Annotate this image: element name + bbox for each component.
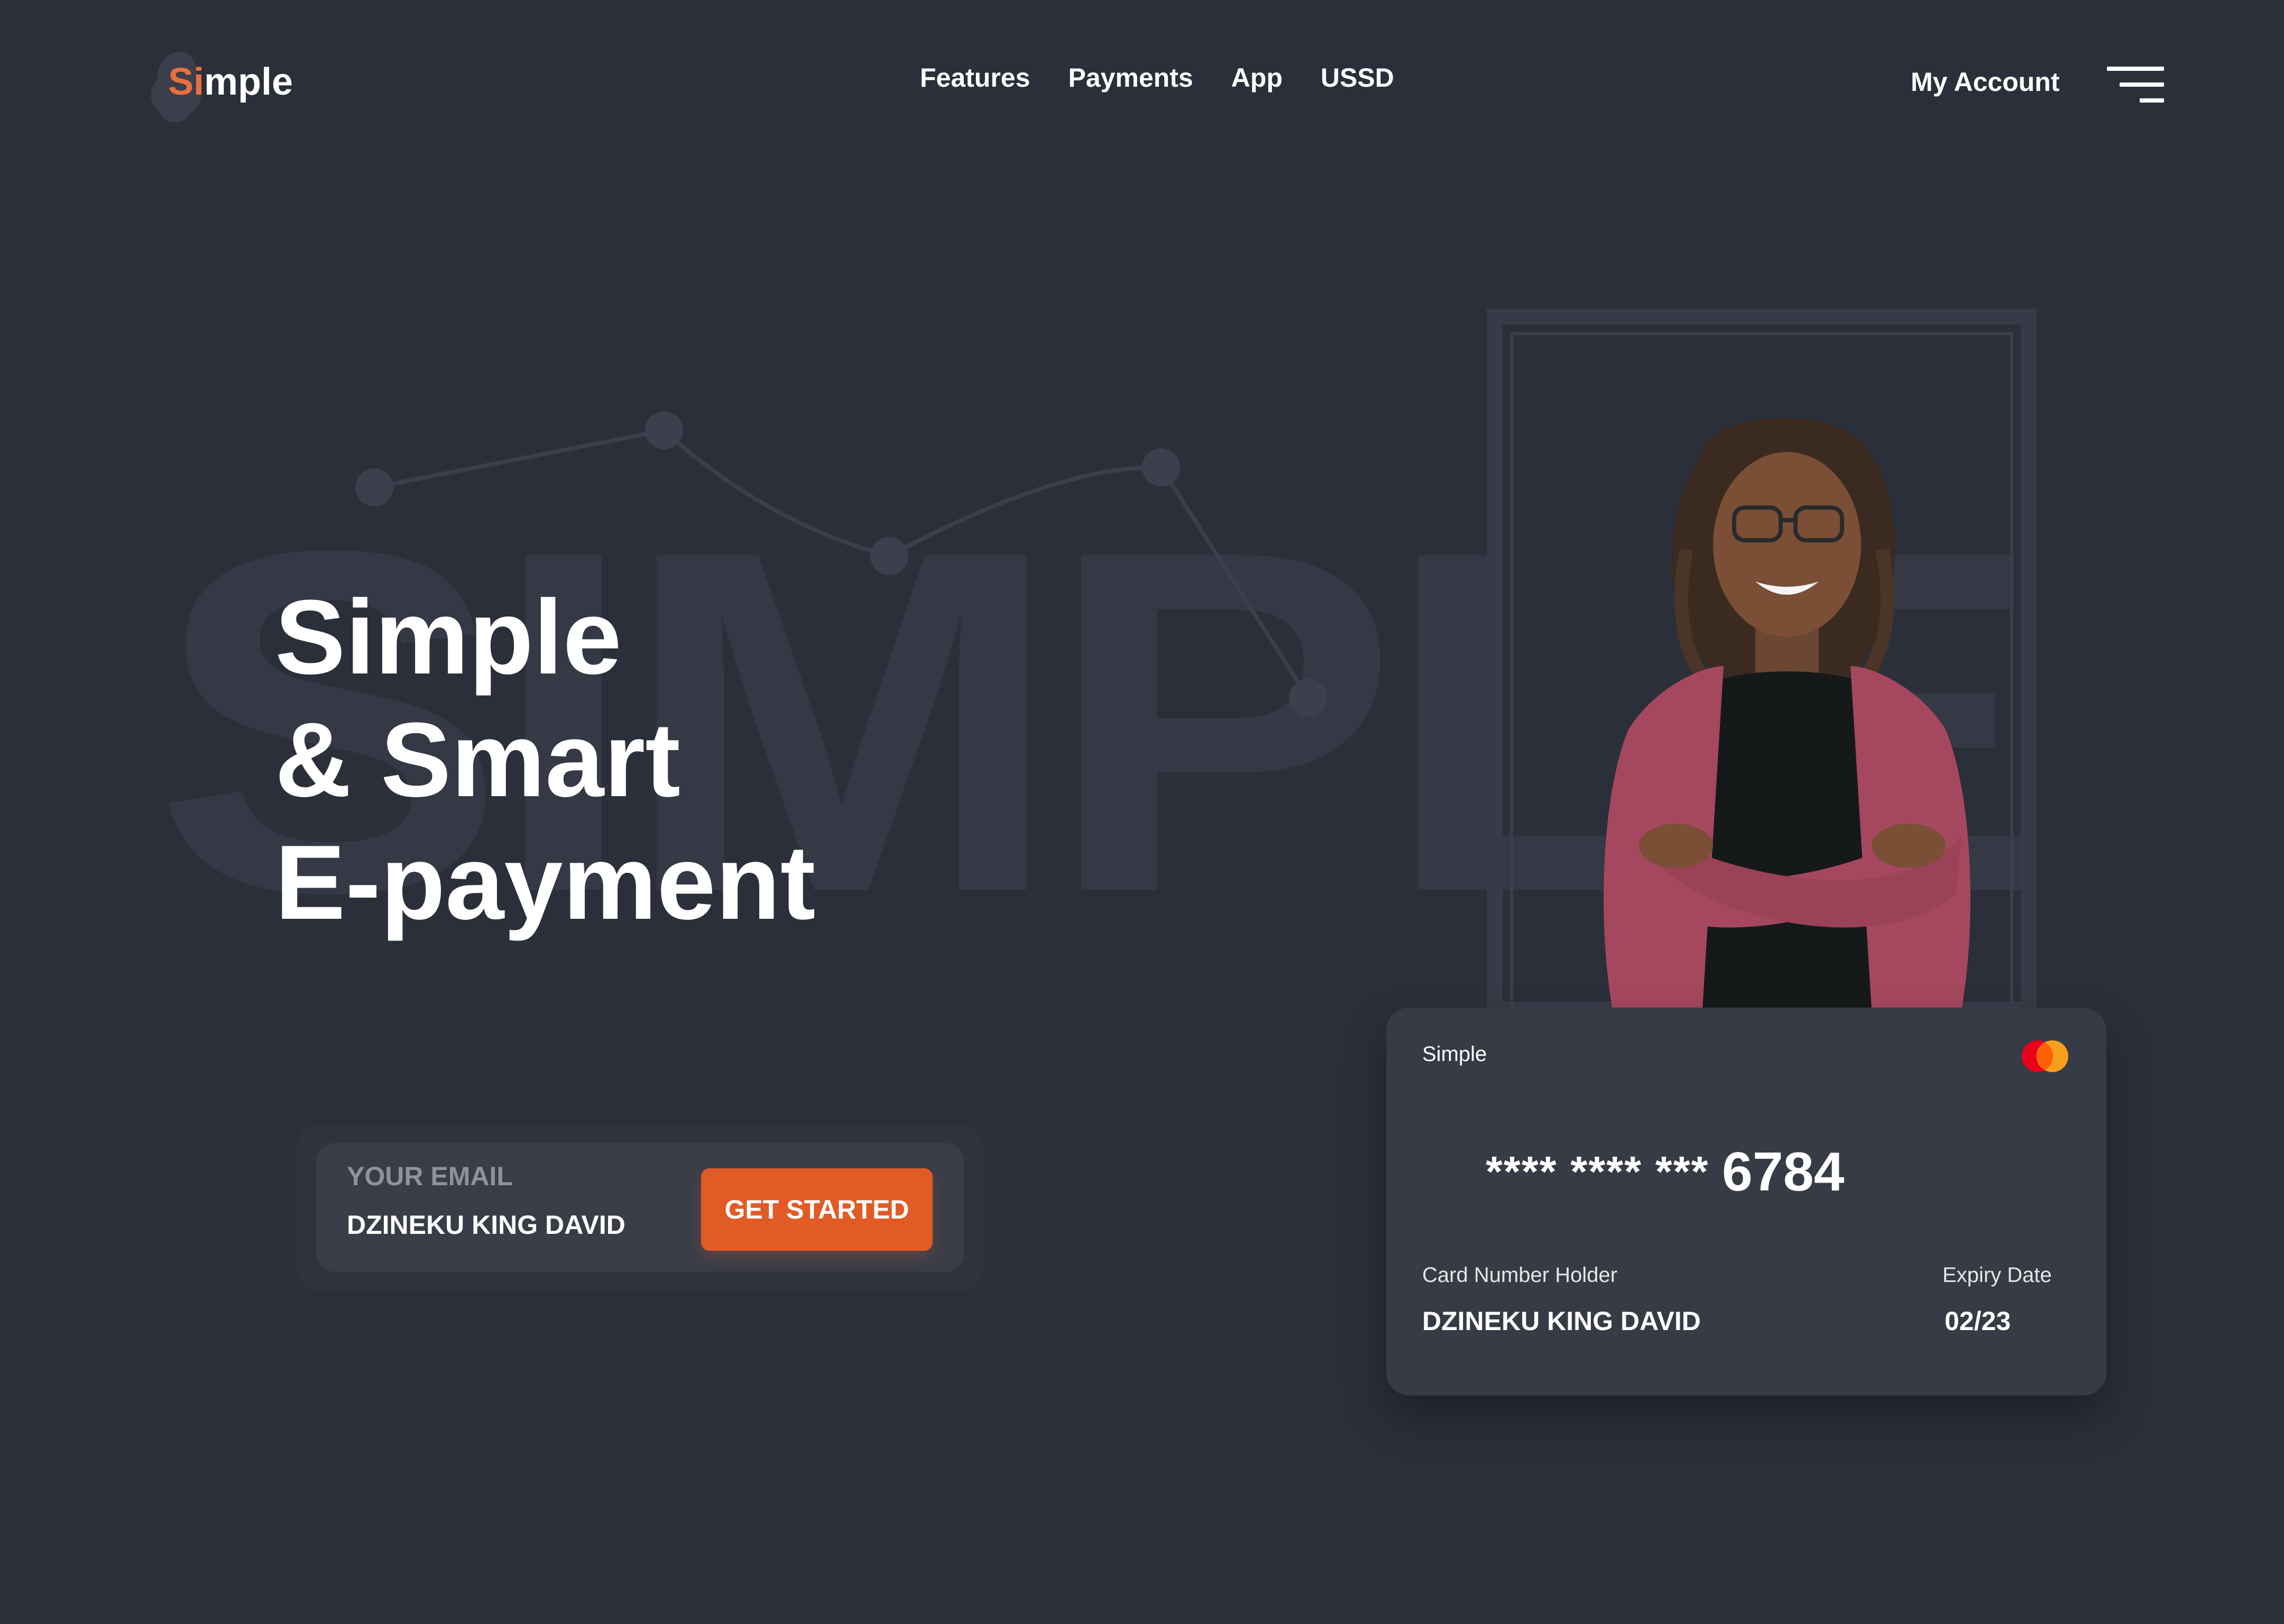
- nav-link-features[interactable]: Features: [920, 62, 1030, 93]
- logo[interactable]: Simple: [148, 48, 307, 132]
- card-holder-name: DZINEKU KING DAVID: [1422, 1306, 1701, 1336]
- card-number: **** **** *** 6784: [1486, 1141, 1844, 1204]
- hero-title-line2: & Smart: [275, 701, 680, 819]
- get-started-button[interactable]: GET STARTED: [701, 1168, 933, 1251]
- card-brand-label: Simple: [1422, 1042, 1487, 1066]
- person-photo: [1604, 418, 1970, 1010]
- mastercard-icon: [2022, 1040, 2068, 1072]
- my-account-link[interactable]: My Account: [1911, 67, 2060, 97]
- hero-title: Simple & Smart E-payment: [275, 576, 815, 944]
- card-expiry-value: 02/23: [1945, 1306, 2011, 1336]
- hero-title-line1: Simple: [275, 578, 622, 696]
- main-nav: Features Payments App USSD: [920, 62, 1394, 93]
- hamburger-menu-icon[interactable]: [2107, 67, 2164, 104]
- nav-link-payments[interactable]: Payments: [1068, 62, 1193, 93]
- card-number-masked: **** **** ***: [1486, 1148, 1709, 1196]
- hero-title-line3: E-payment: [275, 824, 816, 942]
- card-holder-label: Card Number Holder: [1422, 1263, 1618, 1287]
- card-expiry-label: Expiry Date: [1942, 1263, 2052, 1287]
- logo-text-rest: mple: [204, 61, 293, 103]
- email-field-label: YOUR EMAIL: [347, 1161, 513, 1191]
- logo-text: Simple: [168, 60, 293, 104]
- nav-link-app[interactable]: App: [1231, 62, 1283, 93]
- logo-text-accent: Si: [168, 61, 205, 103]
- card-number-last4: 6784: [1722, 1141, 1845, 1203]
- nav-link-ussd[interactable]: USSD: [1321, 62, 1394, 93]
- email-field[interactable]: DZINEKU KING DAVID: [347, 1210, 625, 1240]
